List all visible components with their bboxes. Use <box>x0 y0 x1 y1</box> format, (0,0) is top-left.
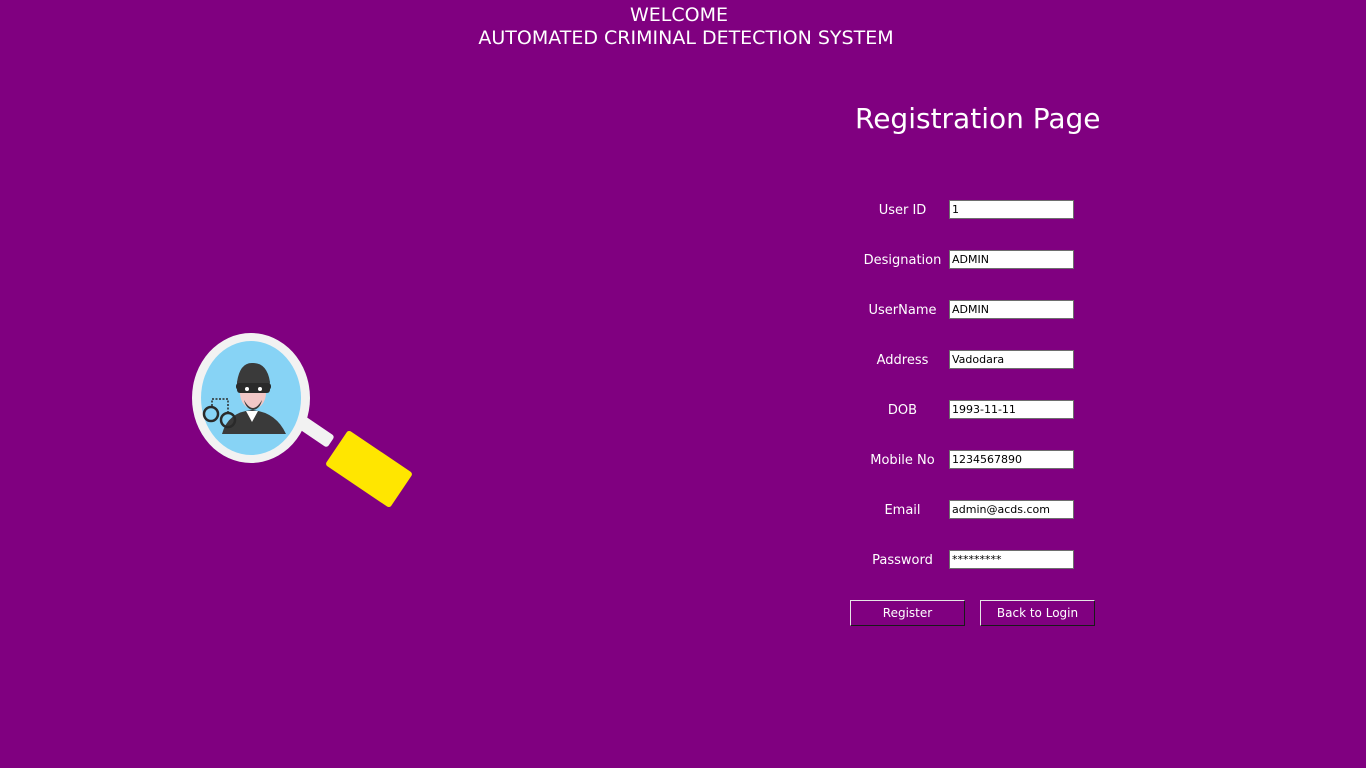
page-title: Registration Page <box>855 102 1101 135</box>
mobile-no-label: Mobile No <box>870 453 935 468</box>
register-button[interactable]: Register <box>850 600 965 626</box>
dob-input[interactable] <box>949 400 1074 419</box>
system-name: AUTOMATED CRIMINAL DETECTION SYSTEM <box>478 27 894 49</box>
back-to-login-button[interactable]: Back to Login <box>980 600 1095 626</box>
designation-label: Designation <box>863 253 942 268</box>
username-label: UserName <box>868 303 937 318</box>
designation-input[interactable] <box>949 250 1074 269</box>
magnifier-criminal-icon <box>192 333 412 508</box>
email-input[interactable] <box>949 500 1074 519</box>
user-id-input[interactable] <box>949 200 1074 219</box>
username-input[interactable] <box>949 300 1074 319</box>
welcome-text: WELCOME <box>630 4 728 26</box>
address-input[interactable] <box>949 350 1074 369</box>
mobile-no-input[interactable] <box>949 450 1074 469</box>
address-label: Address <box>876 353 929 368</box>
dob-label: DOB <box>887 403 918 418</box>
password-input[interactable] <box>949 550 1074 569</box>
password-label: Password <box>872 553 933 568</box>
user-id-label: User ID <box>878 203 927 218</box>
email-label: Email <box>884 503 921 518</box>
